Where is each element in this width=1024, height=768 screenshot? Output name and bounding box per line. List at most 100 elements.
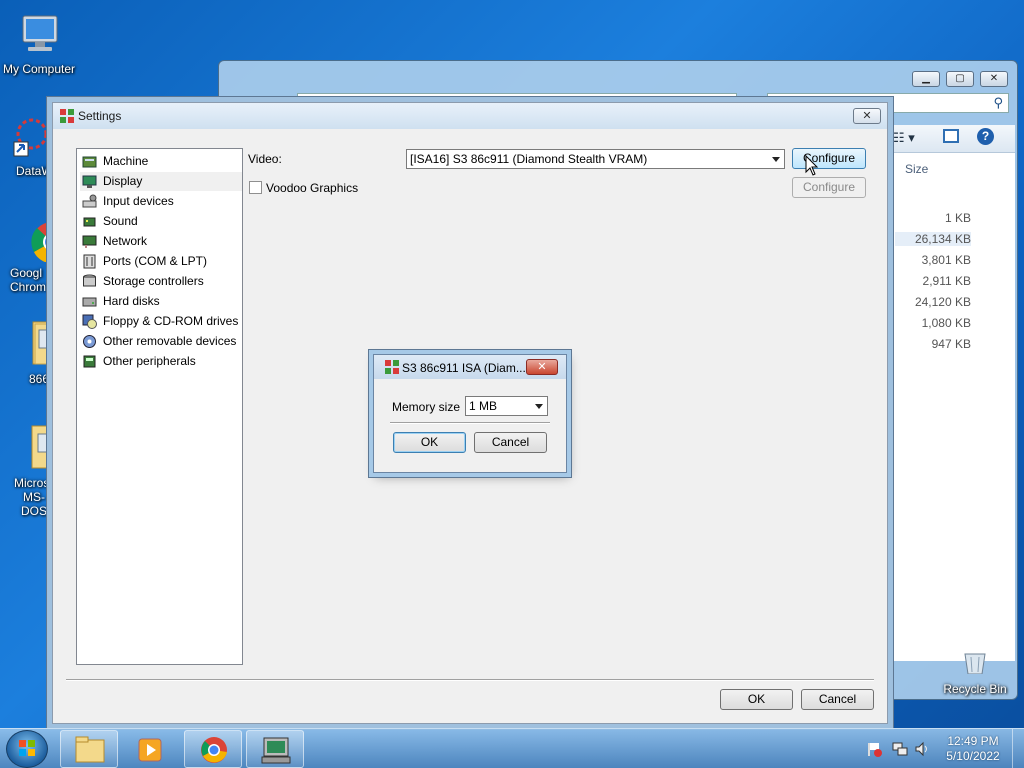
settings-close-button[interactable]: ✕	[853, 108, 881, 124]
chrome-icon	[201, 737, 227, 763]
settings-ok-button[interactable]: OK	[720, 689, 793, 710]
nav-item-other-peripherals[interactable]: Other peripherals	[80, 352, 242, 371]
configure-label: Configure	[802, 180, 856, 194]
device-config-dialog[interactable]: S3 86c911 ISA (Diam... ✕ Memory size 1 M…	[373, 354, 567, 473]
ok-label: OK	[747, 692, 766, 706]
display-icon	[82, 174, 97, 189]
nav-item-hard-disks[interactable]: Hard disks	[80, 292, 242, 311]
nav-label: Input devices	[103, 194, 174, 208]
taskbar-explorer[interactable]	[60, 730, 118, 768]
minimize-button[interactable]: ▁	[912, 71, 940, 87]
close-button[interactable]: ✕	[980, 71, 1008, 87]
nav-label: Other peripherals	[103, 354, 196, 368]
file-size: 947 KB	[931, 337, 971, 351]
desktop-icon-recycle-bin[interactable]: Recycle Bin	[937, 652, 1013, 696]
86box-app-icon	[59, 108, 75, 124]
desktop-label: Recycle Bin	[943, 682, 1007, 696]
video-configure-button[interactable]: Configure	[792, 148, 866, 169]
voodoo-configure-button[interactable]: Configure	[792, 177, 866, 198]
settings-titlebar[interactable]: Settings ✕	[53, 103, 887, 129]
ok-label: OK	[420, 435, 439, 449]
nav-item-input-devices[interactable]: Input devices	[80, 192, 242, 211]
file-size: 26,134 KB	[895, 232, 971, 246]
taskbar-clock[interactable]: 12:49 PM 5/10/2022	[943, 734, 1003, 764]
nav-item-other-removable[interactable]: Other removable devices	[80, 332, 242, 351]
explorer-toolbar: ☷ ▾ ?	[887, 125, 1015, 153]
nav-label: Storage controllers	[103, 274, 204, 288]
nav-label: Sound	[103, 214, 138, 228]
size-column-header[interactable]: Size	[905, 162, 928, 176]
nav-label: Display	[103, 174, 143, 188]
nav-item-sound[interactable]: Sound	[80, 212, 242, 231]
windows-logo-icon	[19, 740, 35, 756]
show-desktop-button[interactable]	[1012, 729, 1024, 768]
recycle-bin-icon	[951, 652, 999, 675]
clock-date: 5/10/2022	[946, 749, 1000, 763]
voodoo-graphics-checkbox[interactable]	[249, 181, 262, 194]
volume-icon[interactable]	[914, 741, 930, 757]
dialog-separator	[66, 679, 874, 681]
removable-devices-icon	[82, 334, 97, 349]
preview-pane-icon[interactable]	[943, 129, 959, 143]
ports-icon	[82, 254, 97, 269]
floppy-cdrom-icon	[82, 314, 97, 329]
view-options-icon[interactable]: ☷ ▾	[893, 130, 915, 146]
hard-disk-icon	[82, 294, 97, 309]
sound-icon	[82, 214, 97, 229]
nav-label: Hard disks	[103, 294, 160, 308]
cancel-label: Cancel	[491, 435, 530, 449]
settings-title: Settings	[78, 109, 122, 123]
cancel-label: Cancel	[818, 692, 857, 706]
device-config-ok-button[interactable]: OK	[393, 432, 466, 453]
device-config-titlebar[interactable]: S3 86c911 ISA (Diam... ✕	[374, 355, 566, 379]
file-size: 1 KB	[944, 211, 971, 225]
memory-size-value: 1 MB	[469, 399, 498, 413]
taskbar-media-player[interactable]	[122, 730, 180, 768]
search-icon: ⚲	[993, 95, 1003, 110]
media-player-icon	[138, 738, 162, 762]
folder-icon	[75, 736, 105, 763]
network-icon[interactable]	[892, 741, 908, 757]
machine-icon	[82, 154, 97, 169]
settings-cancel-button[interactable]: Cancel	[801, 689, 874, 710]
desktop-icon-my-computer[interactable]: My Computer	[1, 10, 77, 76]
desktop-label: Googl Chrom	[10, 266, 47, 294]
taskbar-86box[interactable]	[246, 730, 304, 768]
desktop-label: Microso MS-DOS	[14, 476, 57, 518]
nav-item-machine[interactable]: Machine	[80, 152, 242, 171]
folder-icon	[10, 422, 63, 472]
nav-label: Ports (COM & LPT)	[103, 254, 208, 268]
network-icon	[82, 234, 97, 249]
memory-size-select[interactable]: 1 MB	[465, 396, 548, 416]
nav-item-floppy-cdrom[interactable]: Floppy & CD-ROM drives	[80, 312, 242, 331]
nav-item-display[interactable]: Display	[80, 172, 242, 191]
video-label: Video:	[248, 152, 282, 166]
video-card-select[interactable]: [ISA16] S3 86c911 (Diamond Stealth VRAM)	[406, 149, 785, 169]
start-button[interactable]	[6, 730, 48, 768]
clock-time: 12:49 PM	[947, 734, 999, 748]
maximize-button[interactable]: ▢	[946, 71, 974, 87]
action-center-flag-icon[interactable]	[866, 741, 882, 757]
nav-label: Floppy & CD-ROM drives	[103, 314, 239, 328]
mouse-cursor-icon	[805, 155, 819, 176]
chevron-down-icon	[772, 157, 780, 162]
help-icon[interactable]: ?	[977, 128, 994, 145]
nav-label: Machine	[103, 154, 149, 168]
device-config-cancel-button[interactable]: Cancel	[474, 432, 547, 453]
file-size: 3,801 KB	[921, 253, 971, 267]
taskbar-chrome[interactable]	[184, 730, 242, 768]
storage-controllers-icon	[82, 274, 97, 289]
nav-item-network[interactable]: Network	[80, 232, 242, 251]
video-card-value: [ISA16] S3 86c911 (Diamond Stealth VRAM)	[410, 152, 648, 166]
voodoo-graphics-label[interactable]: Voodoo Graphics	[266, 181, 358, 195]
close-icon[interactable]: ✕	[526, 359, 558, 375]
modal-separator	[390, 422, 550, 424]
settings-category-list[interactable]: Machine Display Input devices Sound Netw…	[76, 148, 243, 665]
nav-item-storage-controllers[interactable]: Storage controllers	[80, 272, 242, 291]
file-size: 24,120 KB	[914, 295, 971, 309]
chevron-down-icon	[535, 404, 543, 409]
nav-label: Other removable devices	[103, 334, 237, 348]
memory-size-label: Memory size	[392, 400, 461, 414]
nav-item-ports[interactable]: Ports (COM & LPT)	[80, 252, 242, 271]
datawag-icon	[2, 112, 50, 160]
